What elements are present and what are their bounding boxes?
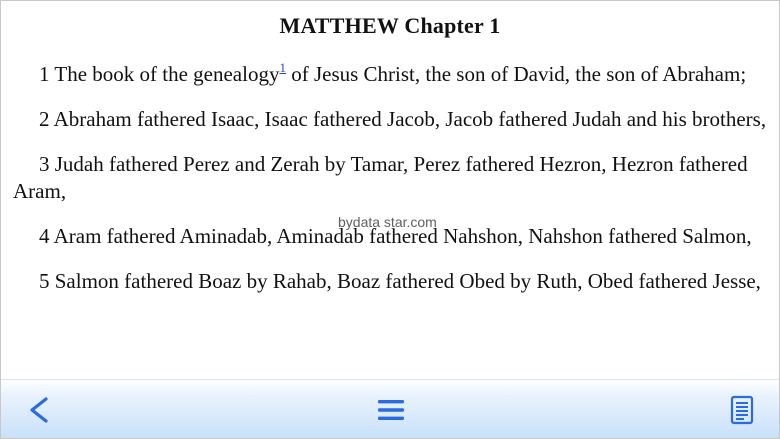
verse-3: 3 Judah fathered Perez and Zerah by Tama… [13,152,748,203]
verse-text: 1 The book of the genealogy [39,62,280,86]
menu-button[interactable] [361,380,421,438]
verse-1: 1 The book of the genealogy1 of Jesus Ch… [13,61,771,88]
reader-pane[interactable]: MATTHEW Chapter 1 1 The book of the gene… [1,1,779,379]
chapter-title: MATTHEW Chapter 1 [279,13,501,38]
list-document-icon [730,395,754,424]
verse-5: 5 Salmon fathered Boaz by Rahab, Boaz fa… [39,269,761,293]
contents-button[interactable] [712,380,772,438]
verse-list: 1 The book of the genealogy1 of Jesus Ch… [1,61,779,295]
verse-2: 2 Abraham fathered Isaac, Isaac fathered… [39,107,767,131]
verse-text: of Jesus Christ, the son of David, the s… [285,62,747,86]
verse-4: 4 Aram fathered Aminadab, Aminadab fathe… [39,224,752,248]
back-button[interactable] [9,380,69,438]
bottom-toolbar [1,379,779,438]
app-window: MATTHEW Chapter 1 1 The book of the gene… [0,0,780,439]
hamburger-menu-icon [378,399,404,420]
chevron-left-icon [30,396,48,423]
